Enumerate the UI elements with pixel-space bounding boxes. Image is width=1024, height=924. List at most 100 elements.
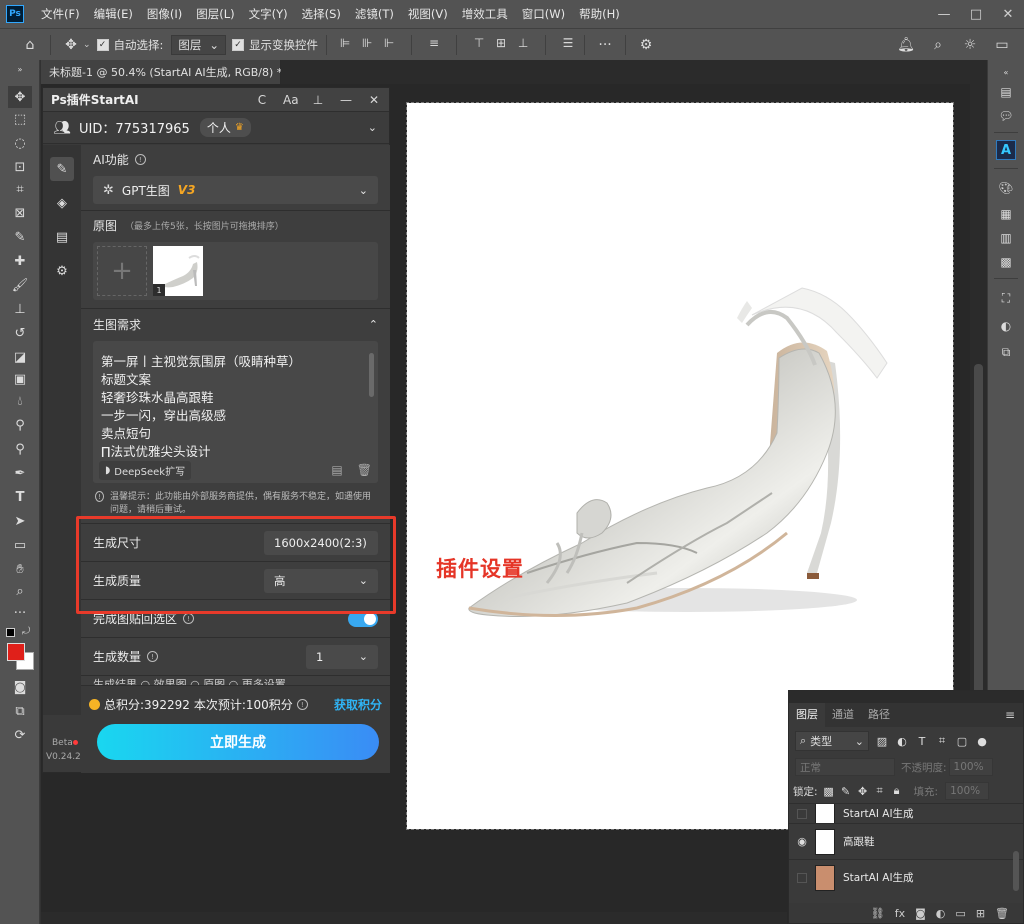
auto-select-checkbox[interactable]: ✓ [96,38,109,51]
layer-row[interactable]: StartAI AI生成 [789,803,1023,823]
menu-help[interactable]: 帮助(H) [572,0,627,28]
close-window-button[interactable]: ✕ [992,0,1024,28]
template-icon[interactable]: ▤ [331,463,342,477]
menu-layer[interactable]: 图层(L) [189,0,241,28]
menu-select[interactable]: 选择(S) [295,0,348,28]
eraser-tool-icon[interactable]: ◪ [8,346,32,368]
tab-paths[interactable]: 路径 [861,703,897,727]
collapse-icon[interactable]: » [8,64,32,74]
auto-select-target-dropdown[interactable]: 图层 ⌄ [171,34,227,55]
tab-layers[interactable]: 图层 [789,703,825,727]
rectangle-tool-icon[interactable]: ▭ [8,534,32,556]
refresh-icon[interactable]: C [255,93,269,107]
layer-kind-dropdown[interactable]: ⌕ 类型 ⌄ [795,731,869,751]
menu-type[interactable]: 文字(Y) [242,0,295,28]
layer-row[interactable]: ◉ 高跟鞋 [789,823,1023,859]
lock-transparent-icon[interactable]: ▩ [823,785,835,798]
swatches-grid-icon[interactable]: ▦ [996,204,1016,224]
libraries-icon[interactable]: ⛶ [996,288,1016,308]
blur-tool-icon[interactable]: 💧︎ [8,390,32,412]
pin-icon[interactable]: ⊥ [311,93,325,107]
trash-icon[interactable]: 🗑︎ [357,463,372,477]
healing-brush-tool-icon[interactable]: ✚ [8,250,32,272]
frame-tool-icon[interactable]: ⊠ [8,202,32,224]
layers-stack-icon[interactable]: ◈ [50,191,74,215]
edit-pen-icon[interactable]: ✎ [50,157,74,181]
type-tool-icon[interactable]: T [8,486,32,508]
crop-tool-icon[interactable]: ⌗ [8,178,32,200]
fx-icon[interactable]: fx [895,907,905,920]
align-center-h-icon[interactable]: ⊪ [359,35,375,51]
chevron-down-icon[interactable]: ⌄ [368,121,377,134]
startai-plugin-icon[interactable]: A [996,140,1016,160]
menu-edit[interactable]: 编辑(E) [87,0,140,28]
lock-all-icon[interactable]: 🔒︎ [891,784,903,798]
deepseek-expand-button[interactable]: ◗ DeepSeek扩写 [99,460,192,480]
info-icon[interactable]: ! [296,699,308,710]
layer-row[interactable]: StartAI AI生成 [789,859,1023,895]
search-icon[interactable]: ⌕ [926,33,950,57]
path-select-tool-icon[interactable]: ➤ [8,510,32,532]
document-tab[interactable]: 未标题-1 @ 50.4% (StartAI AI生成, RGB/8) * × [41,60,302,84]
quick-mask-icon[interactable]: ◙ [8,676,32,698]
history-panel-icon[interactable]: ▤ [996,82,1016,102]
filter-toggle-icon[interactable]: ● [975,735,989,748]
menu-filter[interactable]: 滤镜(T) [348,0,401,28]
add-image-button[interactable]: + [97,246,147,296]
zoom-tool-icon[interactable]: ⌕ [8,580,32,602]
font-size-icon[interactable]: Aa [283,93,299,107]
brush-tool-icon[interactable]: 🖌︎ [8,274,32,296]
opacity-input[interactable]: 100% [948,758,993,776]
minimize-button[interactable]: — [928,0,960,28]
collapse-icon[interactable]: « [996,66,1016,78]
menu-file[interactable]: 文件(F) [34,0,87,28]
document-icon[interactable]: ▤ [50,225,74,249]
workspace-icon[interactable]: ▭ [990,33,1014,57]
minimize-icon[interactable]: — [339,93,353,107]
trash-icon[interactable]: 🗑︎ [995,907,1009,920]
info-icon[interactable]: ! [183,613,195,624]
image-thumbnail[interactable]: 1 [153,246,203,296]
lock-position-icon[interactable]: ✥ [857,785,869,798]
lasso-tool-icon[interactable]: ◌ [8,132,32,154]
lock-image-icon[interactable]: ✎ [840,785,852,798]
extra-tool-icon[interactable]: ⟳ [8,724,32,746]
gear-icon[interactable]: ⚙ [634,33,658,57]
move-tool-icon[interactable]: ✥ [59,33,83,57]
generate-button[interactable]: 立即生成 [97,724,379,760]
stamp-tool-icon[interactable]: ⊥ [8,298,32,320]
home-icon[interactable]: ⌂ [18,33,42,57]
chevron-up-icon[interactable]: ⌃ [369,318,378,331]
restore-button[interactable]: □ [960,0,992,28]
gradients-icon[interactable]: ▥ [996,228,1016,248]
result-options-row[interactable]: 生成结果 ○ 效果图 ○ 原图 ○ 更多设置 [81,676,390,685]
more-tools-icon[interactable]: ··· [8,602,32,624]
menu-window[interactable]: 窗口(W) [515,0,572,28]
align-left-icon[interactable]: ⊫ [337,35,353,51]
move-tool-icon[interactable]: ✥ [8,86,32,108]
lock-artboard-icon[interactable]: ⌗ [874,784,886,798]
gradient-tool-icon[interactable]: ▣ [8,368,32,390]
model-dropdown[interactable]: ✲ GPT生图 V3 ⌄ [93,176,378,204]
pen-tool-icon[interactable]: ✒ [8,462,32,484]
add-mask-icon[interactable]: ◙ [915,907,926,920]
adjustment-layer-icon[interactable]: ◐ [936,907,946,920]
hand-tool-icon[interactable]: ✋︎ [8,558,32,580]
pixel-filter-icon[interactable]: ▨ [875,735,889,748]
swap-colors-icon[interactable]: ⤾ [22,626,30,637]
adjustment-filter-icon[interactable]: ◐ [895,735,909,748]
chevron-down-icon[interactable]: ⌄ [83,40,91,50]
default-colors-icon[interactable] [6,628,15,637]
visibility-toggle[interactable] [797,808,807,819]
adjustments-icon[interactable]: ◐ [996,316,1016,336]
get-points-link[interactable]: 获取积分 [334,696,382,713]
align-middle-v-icon[interactable]: ⊞ [493,35,509,51]
foreground-color-swatch[interactable] [7,643,25,661]
light-bulb-icon[interactable]: ☼ [958,33,982,57]
color-palette-icon[interactable]: 🎨︎ [996,178,1016,198]
visibility-toggle[interactable] [797,872,807,883]
align-right-icon[interactable]: ⊩ [381,35,397,51]
panel-menu-icon[interactable]: ≡ [1005,708,1015,722]
link-layers-icon[interactable]: ⛓ [871,907,885,920]
fill-input[interactable]: 100% [945,782,990,800]
